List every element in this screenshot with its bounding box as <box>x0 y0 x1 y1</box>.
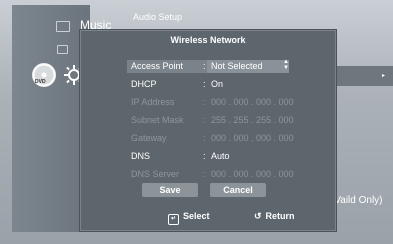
row-value: 000 . 000 . 000 . 000 <box>211 169 294 179</box>
row-label: IP Address <box>131 97 175 107</box>
wireless-network-dialog: Wireless Network ▲ ▼ Access Point : Not S… <box>80 30 336 231</box>
row-label: DNS <box>131 151 151 161</box>
save-button[interactable]: Save <box>142 183 198 197</box>
return-icon: ↺ <box>254 211 262 221</box>
select-hint-label: Select <box>183 211 210 221</box>
dialog-title: Wireless Network <box>170 35 246 45</box>
row-value: Auto <box>211 151 230 161</box>
row-value: 000 . 000 . 000 . 000 <box>211 133 294 143</box>
row-label: DNS Server <box>131 169 180 179</box>
header-title: Audio Setup <box>133 12 183 22</box>
side-note: (Vaild Only) <box>331 195 383 206</box>
row-colon: : <box>203 97 206 107</box>
screen: DVD Music Audio Setup ▸ (Vaild Only) Wir… <box>0 0 393 244</box>
left-icon-strip: DVD <box>12 5 90 232</box>
row-colon: : <box>203 133 206 143</box>
row-value: 000 . 000 . 000 . 000 <box>211 97 294 107</box>
row-value: On <box>211 79 224 89</box>
row-colon: : <box>203 115 206 125</box>
row-colon: : <box>203 169 206 179</box>
enter-icon: ↵ <box>168 214 179 225</box>
cancel-button[interactable]: Cancel <box>210 183 266 197</box>
row-colon: : <box>203 79 206 89</box>
row-label: Access Point <box>131 61 184 71</box>
up-down-arrow-icon: ▲ ▼ <box>283 59 289 71</box>
return-hint-label: Return <box>265 211 295 221</box>
row-colon: : <box>203 151 206 161</box>
row-value: Not Selected <box>211 61 263 71</box>
photo-menu-icon[interactable] <box>57 45 68 54</box>
row-label: Gateway <box>131 133 167 143</box>
row-value: 255 . 255 . 255 . 000 <box>211 115 294 125</box>
row-colon: : <box>203 61 206 71</box>
return-hint: ↺ Return <box>254 211 295 222</box>
row-label: Subnet Mask <box>131 115 184 125</box>
music-menu-icon[interactable] <box>56 21 70 32</box>
right-arrow-icon: ▸ <box>382 73 386 79</box>
dvd-label-icon: DVD <box>35 79 46 85</box>
row-label: DHCP <box>131 79 157 89</box>
select-hint: ↵ Select <box>168 211 210 225</box>
